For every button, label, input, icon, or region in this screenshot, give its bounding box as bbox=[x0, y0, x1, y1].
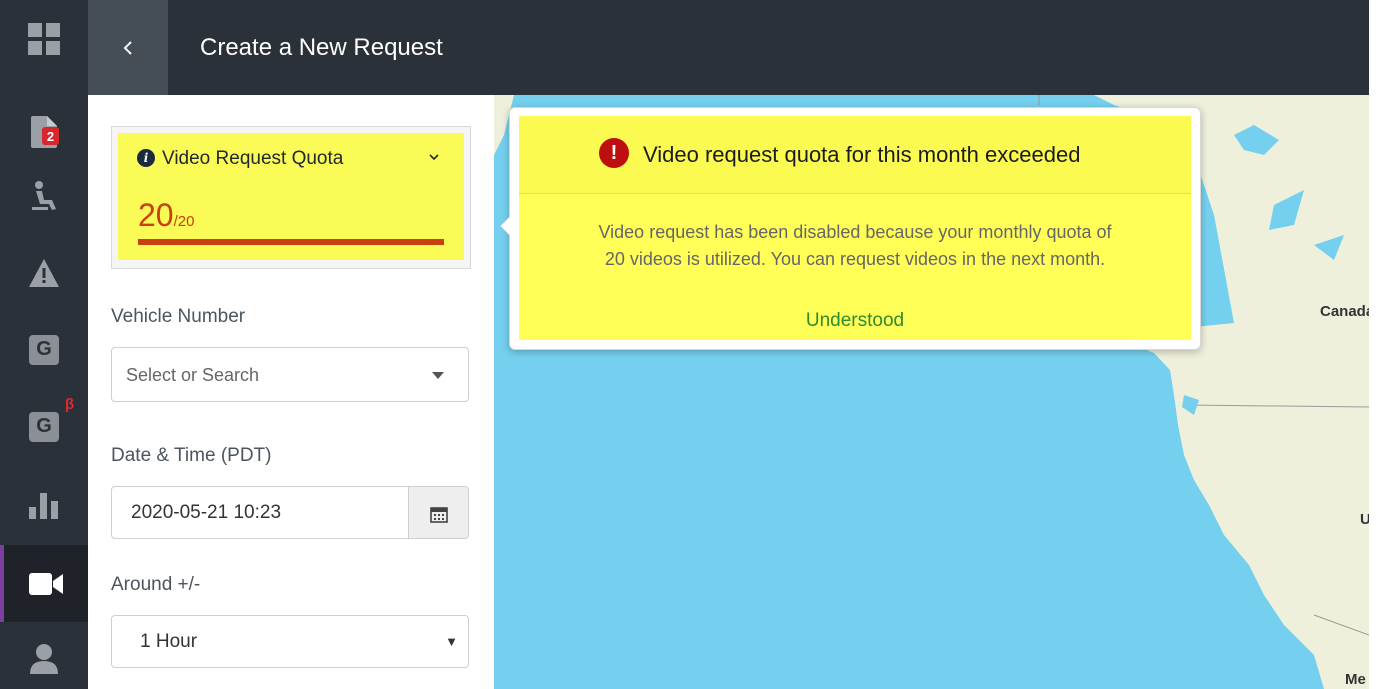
vehicle-number-select[interactable]: Select or Search bbox=[111, 347, 469, 402]
vehicle-number-placeholder: Select or Search bbox=[126, 365, 260, 385]
page-title: Create a New Request bbox=[200, 34, 443, 61]
caret-down-icon bbox=[432, 372, 444, 379]
vehicle-number-label: Vehicle Number bbox=[111, 306, 246, 327]
sidebar-item-profile[interactable] bbox=[0, 620, 88, 689]
quota-progress-bar bbox=[138, 239, 444, 245]
chevron-left-icon bbox=[123, 40, 132, 55]
sidebar-item-g[interactable]: G bbox=[0, 311, 88, 388]
user-icon bbox=[30, 643, 58, 674]
driver-seat-icon bbox=[32, 180, 56, 210]
datetime-value: 2020-05-21 10:23 bbox=[131, 502, 282, 523]
quota-count: 20/20 bbox=[138, 197, 194, 234]
alert-icon: ! bbox=[599, 138, 629, 168]
popover-content: ! Video request quota for this month exc… bbox=[519, 116, 1191, 340]
warning-icon bbox=[29, 258, 59, 287]
page-edge bbox=[1369, 0, 1381, 689]
popover-header: ! Video request quota for this month exc… bbox=[519, 116, 1191, 194]
video-camera-icon bbox=[29, 572, 63, 595]
sidebar-item-alerts[interactable] bbox=[0, 234, 88, 311]
quota-progress-fill bbox=[138, 239, 444, 245]
popover-body-line-1: Video request has been disabled because … bbox=[598, 222, 1112, 242]
map-label-mexico: Me bbox=[1345, 671, 1366, 688]
app-root: 2 G G β Create a New Request i Video Req… bbox=[0, 0, 1381, 689]
popover-arrow bbox=[500, 216, 510, 236]
quota-card: i Video Request Quota 20/20 bbox=[111, 126, 471, 269]
top-header: Create a New Request bbox=[88, 0, 1381, 95]
dashboard-grid-icon bbox=[28, 22, 60, 55]
g-icon: G bbox=[29, 334, 59, 365]
around-select[interactable]: 1 Hour ▼ bbox=[111, 615, 469, 668]
popover-body: Video request has been disabled because … bbox=[519, 219, 1191, 273]
calendar-button[interactable] bbox=[408, 487, 468, 538]
sidebar-nav: 2 G G β bbox=[0, 0, 88, 689]
quota-exceeded-popover: ! Video request quota for this month exc… bbox=[500, 107, 1201, 350]
chevron-down-icon[interactable] bbox=[428, 153, 440, 161]
around-label: Around +/- bbox=[111, 574, 201, 595]
map-label-us: U bbox=[1360, 511, 1369, 528]
info-icon: i bbox=[137, 149, 155, 167]
bar-chart-icon bbox=[29, 492, 58, 519]
popover-body-line-2: 20 videos is utilized. You can request v… bbox=[604, 249, 1106, 269]
around-value: 1 Hour bbox=[140, 631, 198, 652]
quota-panel[interactable]: i Video Request Quota 20/20 bbox=[118, 133, 464, 260]
beta-superscript: β bbox=[65, 396, 75, 413]
notification-badge: 2 bbox=[42, 127, 59, 145]
sidebar-item-drivers[interactable] bbox=[0, 157, 88, 234]
sidebar-item-dashboard[interactable] bbox=[0, 0, 88, 77]
map-label-canada: Canada bbox=[1320, 303, 1369, 320]
quota-total: /20 bbox=[173, 213, 195, 230]
datetime-input[interactable]: 2020-05-21 10:23 bbox=[111, 486, 469, 539]
datetime-label: Date & Time (PDT) bbox=[111, 445, 272, 466]
quota-label: Video Request Quota bbox=[162, 148, 344, 169]
sidebar-item-g-beta[interactable]: G β bbox=[0, 388, 88, 465]
quota-used: 20 bbox=[138, 197, 174, 233]
request-form-panel: i Video Request Quota 20/20 Vehicle Numb… bbox=[88, 95, 494, 689]
sidebar-item-reports[interactable] bbox=[0, 467, 88, 544]
popover-title: Video request quota for this month excee… bbox=[643, 142, 1081, 167]
sidebar-item-video[interactable] bbox=[0, 545, 88, 622]
g-beta-icon: G bbox=[29, 411, 59, 442]
select-arrow-icon: ▼ bbox=[445, 634, 458, 649]
calendar-icon bbox=[429, 506, 448, 523]
back-button[interactable] bbox=[88, 0, 168, 95]
understood-button[interactable]: Understood bbox=[519, 310, 1191, 332]
